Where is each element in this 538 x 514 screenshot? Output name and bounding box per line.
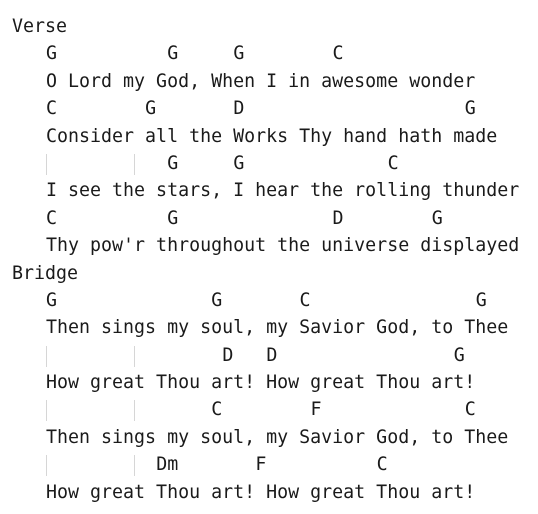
lyric-line: Then sings my soul, my Savior God, to Th… xyxy=(46,426,509,448)
chord-line: CFC xyxy=(12,396,519,423)
section-heading: Verse xyxy=(12,16,68,37)
chord-symbol: C xyxy=(299,289,311,311)
chord-symbol: D xyxy=(332,207,344,229)
chord-line: CGDG xyxy=(12,95,519,122)
bar-separator xyxy=(46,455,47,477)
lyric-line: Thy pow'r throughout the universe displa… xyxy=(46,235,520,257)
bar-separator xyxy=(46,400,47,422)
chord-symbol: D xyxy=(266,344,278,366)
bar-separator xyxy=(134,455,135,477)
chord-line: DDG xyxy=(12,342,519,369)
lyric-line: How great Thou art! How great Thou art! xyxy=(46,372,476,394)
lyric-line: Then sings my soul, my Savior God, to Th… xyxy=(46,317,509,339)
bar-separator xyxy=(134,400,135,422)
chord-symbol: C xyxy=(376,454,388,476)
chord-symbol: G xyxy=(167,43,179,65)
chord-symbol: G xyxy=(46,289,58,311)
section-heading: Bridge xyxy=(12,262,79,284)
chord-symbol: G xyxy=(46,43,58,65)
chord-symbol: C xyxy=(211,399,223,421)
chord-symbol: D xyxy=(222,344,234,366)
chord-symbol: G xyxy=(475,289,487,311)
lyric-line: How great Thou art! How great Thou art! xyxy=(46,481,476,503)
chord-line: GGCG xyxy=(12,287,519,314)
chord-line: CGDG xyxy=(12,205,519,232)
chord-symbol: G xyxy=(453,344,465,366)
chord-symbol: G xyxy=(211,289,223,311)
chord-symbol: G xyxy=(167,152,179,174)
chord-symbol: G xyxy=(145,98,157,120)
chord-line: GGGC xyxy=(12,40,519,67)
lyric-line: O Lord my God, When I in awesome wonder xyxy=(46,70,476,92)
lyric-line: I see the stars, I hear the rolling thun… xyxy=(46,180,520,202)
bar-separator xyxy=(46,345,47,367)
chord-symbol: C xyxy=(387,152,399,174)
chord-symbol: F xyxy=(255,454,267,476)
bar-separator xyxy=(46,153,47,175)
lyric-line: Consider all the Works Thy hand hath mad… xyxy=(46,125,498,147)
chord-symbol: C xyxy=(46,207,58,229)
chord-symbol: D xyxy=(233,98,245,120)
chord-symbol: C xyxy=(46,98,58,120)
chord-symbol: G xyxy=(167,207,179,229)
chord-symbol: G xyxy=(233,43,245,65)
chord-symbol: C xyxy=(464,399,476,421)
chord-symbol: G xyxy=(431,207,443,229)
chord-symbol: Dm xyxy=(156,454,179,476)
bar-separator xyxy=(134,345,135,367)
chord-symbol: G xyxy=(464,98,476,120)
chord-line: GGC xyxy=(12,150,519,177)
chord-symbol: F xyxy=(310,399,322,421)
chord-line: Dm F C xyxy=(12,451,519,478)
chord-sheet: Verse G G G C O Lord my God, When I in awesom… xyxy=(12,13,519,506)
chord-symbol: C xyxy=(332,43,344,65)
chord-symbol: G xyxy=(233,152,245,174)
bar-separator xyxy=(134,153,135,175)
